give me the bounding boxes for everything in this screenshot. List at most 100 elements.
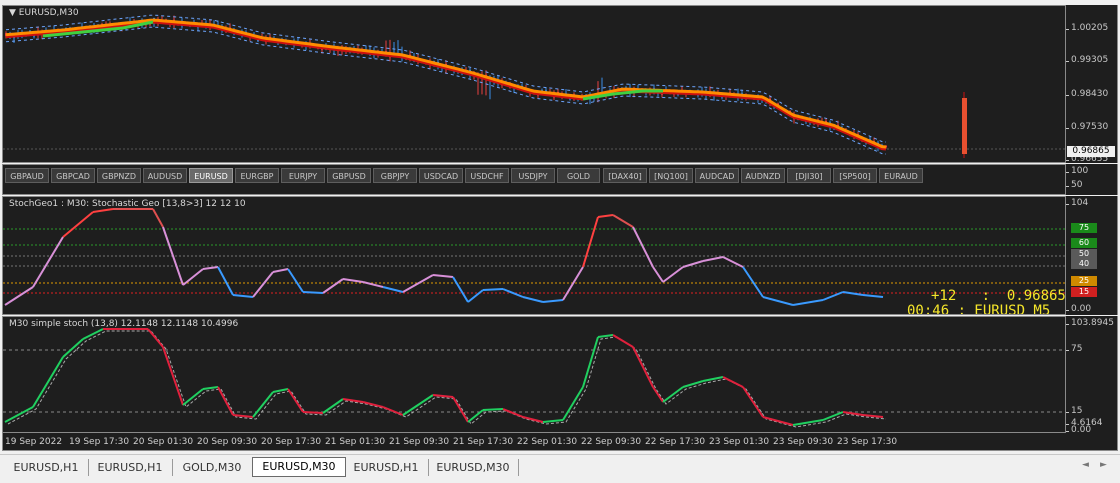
chevron-down-icon[interactable]: ▼ [9, 8, 16, 18]
price-scale[interactable]: 1.00205 0.99305 0.98430 0.97530 0.96655 … [1065, 5, 1118, 164]
stoch-geo-segment [582, 216, 599, 268]
chart-tab[interactable]: EURUSD,M30 [428, 459, 519, 476]
symbol-button-usdcad[interactable]: USDCAD [419, 168, 463, 183]
symbol-button-eurgbp[interactable]: EURGBP [235, 168, 279, 183]
stoch-geo-segment [482, 288, 504, 291]
stoch-geo-segment [597, 214, 614, 218]
symbol-button-euraud[interactable]: EURAUD [879, 168, 923, 183]
level-label: 50 [1071, 249, 1097, 259]
symbol-button-audusd[interactable]: AUDUSD [143, 168, 187, 183]
moving-average-red [5, 20, 887, 151]
stoch-geo-segment [762, 296, 794, 306]
symbol-button-gbpjpy[interactable]: GBPJPY [373, 168, 417, 183]
scale-tick: 75 [1065, 344, 1083, 354]
stoch-geo-segment [4, 286, 34, 306]
tick-info-line-1: +12 : 0.96865 [931, 288, 1066, 304]
time-axis[interactable]: 19 Sep 2022 19 Sep 17:30 20 Sep 01:30 20 Se… [2, 433, 1118, 451]
simple-stoch-segment [252, 391, 274, 418]
stoch-geo-segment [702, 256, 724, 262]
stoch-geo-segment [522, 296, 544, 303]
simple-stoch-segment [542, 419, 564, 423]
time-axis-label: 23 Sep 01:30 [709, 437, 770, 447]
chart-tab[interactable]: EURUSD,H1 [4, 459, 89, 476]
simple-stoch-segment [62, 338, 84, 358]
simple-stoch-segment [272, 388, 289, 393]
current-price-label: 0.96865 [1067, 146, 1115, 157]
simple-stoch-segment [182, 388, 204, 406]
current-bar-body [962, 98, 967, 154]
time-axis-label: 21 Sep 01:30 [325, 437, 386, 447]
symbol-button-eurjpy[interactable]: EURJPY [281, 168, 325, 183]
tab-scroll-left-icon[interactable]: ◄ [1082, 460, 1089, 470]
stoch-geo-segment [652, 266, 664, 283]
time-axis-label: 20 Sep 17:30 [261, 437, 322, 447]
price-chart-panel[interactable]: ▼ EURUSD,M30 [2, 5, 1066, 163]
tick-info-line-2: 00:46 : EURUSD M5 [907, 303, 1051, 315]
time-axis-label: 20 Sep 01:30 [133, 437, 194, 447]
stoch-geo-scale[interactable]: 104 75 60 50 40 25 15 0.00 [1065, 196, 1118, 315]
time-axis-label: 22 Sep 17:30 [645, 437, 706, 447]
symbol-button-sp500[interactable]: [SP500] [833, 168, 877, 183]
price-chart-svg [3, 14, 1065, 158]
symbol-buttons-panel: GBPAUD GBPCAD GBPNZD AUDUSD EURUSD EURGBP EURJ… [2, 164, 1066, 195]
level-label: 25 [1071, 276, 1097, 286]
simple-stoch-segment [147, 328, 164, 348]
symbol-button-eurusd[interactable]: EURUSD [189, 168, 233, 183]
symbol-button-audcad[interactable]: AUDCAD [695, 168, 739, 183]
chart-tab[interactable]: EURUSD,M30 [252, 457, 346, 477]
stoch-geo-segment [342, 278, 364, 283]
symbol-button-dax40[interactable]: [DAX40] [603, 168, 647, 183]
chart-tab[interactable]: GOLD,M30 [172, 459, 253, 476]
simple-stoch-segment [217, 386, 234, 416]
stoch-geo-segment [632, 226, 654, 268]
simple-stoch-segment [662, 386, 684, 403]
symbol-button-audnzd[interactable]: AUDNZD [741, 168, 785, 183]
level-label: 60 [1071, 238, 1097, 248]
symbol-button-nq100[interactable]: [NQ100] [649, 168, 693, 183]
simple-stoch-segment [452, 396, 469, 423]
stoch-geo-segment [322, 278, 344, 294]
scale-tick: 50 [1065, 180, 1083, 190]
simple-stoch-segment [722, 376, 744, 388]
simple-stoch-panel[interactable]: M30 simple stoch (13,8) 12.1148 12.1148 … [2, 316, 1066, 433]
stoch-geo-segment [612, 214, 634, 228]
scale-tick: 104 [1065, 198, 1089, 208]
stoch-geo-svg [3, 208, 1065, 306]
symbol-button-gbpusd[interactable]: GBPUSD [327, 168, 371, 183]
simple-stoch-segment [202, 386, 219, 390]
chart-tab[interactable]: EURUSD,H1 [344, 459, 429, 476]
lower-band-line [5, 26, 887, 155]
simple-stoch-segment [862, 414, 884, 418]
stoch-geo-segment [467, 289, 484, 303]
symbol-button-gbpnzd[interactable]: GBPNZD [97, 168, 141, 183]
level-label: 15 [1071, 287, 1097, 297]
scale-tick: 100 [1065, 166, 1089, 176]
chart-tab[interactable]: EURUSD,H1 [88, 459, 173, 476]
simple-stoch-segment [562, 386, 584, 421]
stoch-geo-segment [542, 299, 564, 303]
simple-stoch-segment [482, 408, 504, 411]
simple-stoch-segment [682, 380, 704, 388]
symbol-title: ▼ EURUSD,M30 [9, 8, 79, 18]
stoch-geo-segment [452, 276, 469, 303]
symbol-button-usdchf[interactable]: USDCHF [465, 168, 509, 183]
time-axis-label: 19 Sep 17:30 [69, 437, 130, 447]
tab-scroll-right-icon[interactable]: ► [1100, 460, 1107, 470]
simple-stoch-segment [632, 346, 654, 388]
stoch-geo-panel[interactable]: StochGeo1 : M30: Stochastic Geo [13,8>3]… [2, 196, 1066, 315]
simple-stoch-segment [4, 406, 34, 423]
upper-band-line [5, 14, 887, 143]
simple-stoch-scale[interactable]: 103.8945 75 15 4.6164 0.00 [1065, 316, 1118, 435]
symbol-button-usdjpy[interactable]: USDJPY [511, 168, 555, 183]
symbol-button-gold[interactable]: GOLD [557, 168, 600, 183]
symbol-button-gbpcad[interactable]: GBPCAD [51, 168, 95, 183]
simple-stoch-svg [3, 328, 1065, 428]
stoch-geo-title: StochGeo1 : M30: Stochastic Geo [13,8>3]… [9, 199, 246, 209]
time-axis-label: 19 Sep 2022 [5, 437, 63, 447]
symbol-button-dji30[interactable]: [DJI30] [787, 168, 831, 183]
symbol-button-gbpaud[interactable]: GBPAUD [5, 168, 49, 183]
price-tick: 1.00205 [1065, 23, 1109, 33]
simple-stoch-segment [612, 334, 634, 348]
stoch-geo-segment [432, 274, 454, 278]
moving-average-orange [5, 18, 887, 149]
